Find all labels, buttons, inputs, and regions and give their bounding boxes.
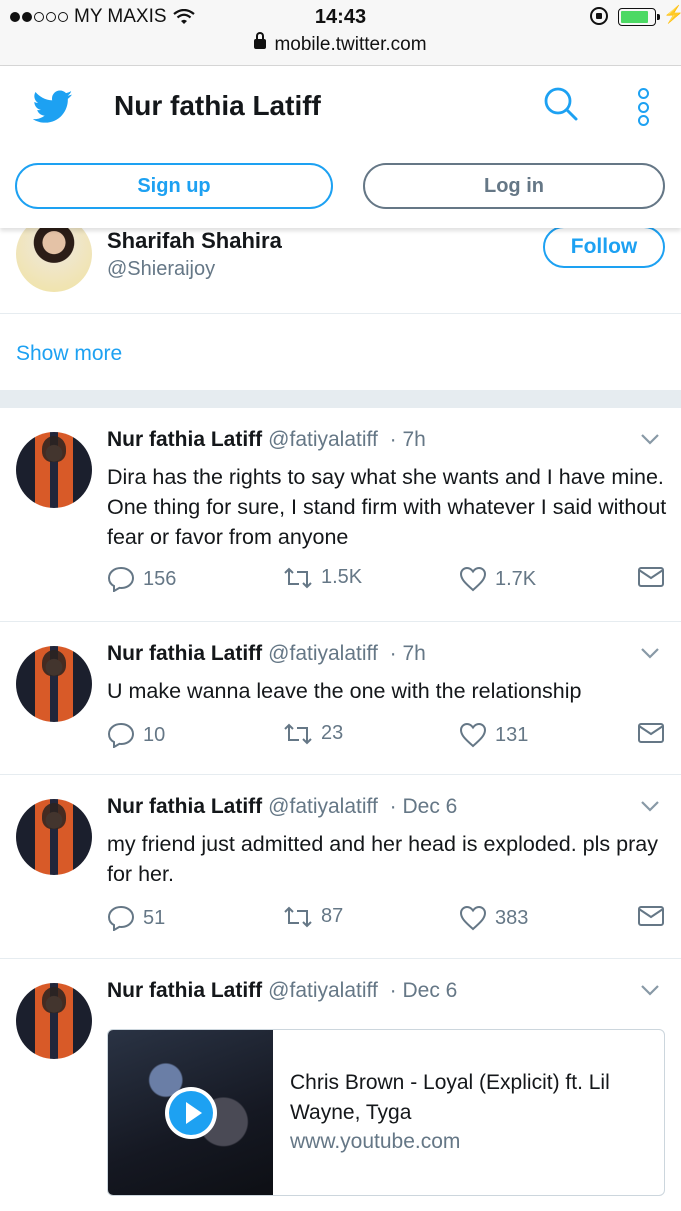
reply-count: 156	[143, 567, 177, 590]
envelope-icon	[638, 723, 664, 743]
retweet-button[interactable]: 23	[283, 722, 343, 745]
play-icon[interactable]	[165, 1087, 217, 1139]
tweet-author-handle: @fatiyalatiff	[268, 428, 378, 451]
reply-button[interactable]: 156	[107, 566, 176, 592]
url-text: mobile.twitter.com	[274, 34, 427, 55]
retweet-count: 1.5K	[321, 566, 363, 588]
avatar[interactable]	[16, 228, 92, 292]
tweet-header: Nur fathia Latiff @fatiyalatiff · 7h	[107, 428, 426, 452]
tweet-header: Nur fathia Latiff @fatiyalatiff · Dec 6	[107, 795, 457, 819]
like-button[interactable]: 383	[459, 905, 528, 931]
retweet-count: 87	[321, 905, 344, 927]
tweet[interactable]: Nur fathia Latiff @fatiyalatiff · 7h U ma…	[0, 622, 681, 775]
tweet[interactable]: Nur fathia Latiff @fatiyalatiff · 7h Dira…	[0, 408, 681, 622]
suggestion-handle: @Shieraijoy	[107, 258, 216, 280]
login-button[interactable]: Log in	[363, 163, 665, 209]
tweet-actions: 10 23 131	[107, 722, 667, 752]
search-icon[interactable]	[543, 86, 579, 122]
avatar[interactable]	[16, 646, 92, 722]
page-title: Nur fathia Latiff	[114, 90, 321, 121]
tweet-time[interactable]: · 7h	[390, 642, 426, 665]
tweet-author-name[interactable]: Nur fathia Latiff	[107, 795, 262, 818]
direct-message-button[interactable]	[637, 722, 665, 744]
rotation-lock-icon	[590, 7, 608, 25]
chevron-down-icon[interactable]	[640, 799, 660, 813]
signup-button[interactable]: Sign up	[15, 163, 333, 209]
more-options-icon[interactable]	[636, 88, 650, 126]
tweet-header: Nur fathia Latiff @fatiyalatiff · Dec 6	[107, 979, 457, 1003]
status-bar: MY MAXIS 14:43 mobile.twitter.com ⚡	[0, 0, 681, 66]
tweet[interactable]: Nur fathia Latiff @fatiyalatiff · Dec 6 m…	[0, 775, 681, 959]
avatar[interactable]	[16, 799, 92, 875]
tweet-author-name[interactable]: Nur fathia Latiff	[107, 979, 262, 1002]
retweet-count: 23	[321, 722, 344, 744]
clock: 14:43	[314, 6, 367, 28]
like-button[interactable]: 1.7K	[459, 566, 536, 592]
like-button[interactable]: 131	[459, 722, 528, 748]
retweet-icon	[284, 567, 312, 588]
retweet-button[interactable]: 87	[283, 905, 343, 928]
heart-icon	[459, 566, 487, 592]
tweet-time[interactable]: · 7h	[390, 428, 426, 451]
tweet-author-handle: @fatiyalatiff	[268, 795, 378, 818]
like-count: 383	[495, 906, 529, 929]
follow-button[interactable]: Follow	[543, 228, 665, 268]
reply-button[interactable]: 10	[107, 722, 165, 748]
tweet-author-name[interactable]: Nur fathia Latiff	[107, 642, 262, 665]
reply-count: 51	[143, 906, 166, 929]
direct-message-button[interactable]	[637, 905, 665, 927]
tweet-actions: 51 87 383	[107, 905, 667, 935]
tweet[interactable]: Nur fathia Latiff @fatiyalatiff · Dec 6 C…	[0, 959, 681, 1211]
chevron-down-icon[interactable]	[640, 432, 660, 446]
chevron-down-icon[interactable]	[640, 983, 660, 997]
like-count: 1.7K	[495, 567, 537, 590]
show-more-row[interactable]: Show more	[0, 314, 681, 390]
retweet-icon	[284, 723, 312, 744]
tweet-author-handle: @fatiyalatiff	[268, 642, 378, 665]
tweet-text: my friend just admitted and her head is …	[107, 832, 658, 886]
reply-icon	[107, 722, 135, 748]
profile-header: Nur fathia Latiff Sign up Log in	[0, 66, 681, 228]
reply-icon	[107, 905, 135, 931]
tweet-time[interactable]: · Dec 6	[390, 795, 458, 818]
suggestion-name[interactable]: Sharifah Shahira	[107, 228, 282, 254]
avatar[interactable]	[16, 983, 92, 1059]
chevron-down-icon[interactable]	[640, 646, 660, 660]
envelope-icon	[638, 906, 664, 926]
envelope-icon	[638, 567, 664, 587]
tweet-header: Nur fathia Latiff @fatiyalatiff · 7h	[107, 642, 426, 666]
twitter-bird-icon[interactable]	[33, 90, 73, 124]
tweet-time[interactable]: · Dec 6	[390, 979, 458, 1002]
retweet-icon	[284, 906, 312, 927]
retweet-button[interactable]: 1.5K	[283, 566, 362, 589]
address-bar[interactable]: mobile.twitter.com	[0, 32, 681, 56]
tweet-text: Dira has the rights to say what she want…	[107, 465, 667, 549]
tweet-text: U make wanna leave the one with the rela…	[107, 679, 582, 703]
reply-button[interactable]: 51	[107, 905, 165, 931]
link-preview-card[interactable]: Chris Brown - Loyal (Explicit) ft. Lil W…	[107, 1029, 665, 1196]
tweet-author-handle: @fatiyalatiff	[268, 979, 378, 1002]
avatar[interactable]	[16, 432, 92, 508]
show-more-link[interactable]: Show more	[16, 342, 122, 366]
follow-suggestion[interactable]: Sharifah Shahira @Shieraijoy Follow	[0, 228, 681, 314]
tweet-author-name[interactable]: Nur fathia Latiff	[107, 428, 262, 451]
tweet-actions: 156 1.5K 1.7K	[107, 566, 667, 596]
section-divider	[0, 390, 681, 408]
card-title: Chris Brown - Loyal (Explicit) ft. Lil W…	[290, 1071, 610, 1124]
like-count: 131	[495, 723, 529, 746]
heart-icon	[459, 905, 487, 931]
battery-icon	[618, 8, 660, 26]
video-thumbnail[interactable]	[108, 1030, 273, 1195]
reply-count: 10	[143, 723, 166, 746]
card-url: www.youtube.com	[290, 1130, 461, 1153]
direct-message-button[interactable]	[637, 566, 665, 588]
reply-icon	[107, 566, 135, 592]
heart-icon	[459, 722, 487, 748]
lock-icon	[254, 32, 267, 49]
charging-icon: ⚡	[663, 5, 681, 24]
